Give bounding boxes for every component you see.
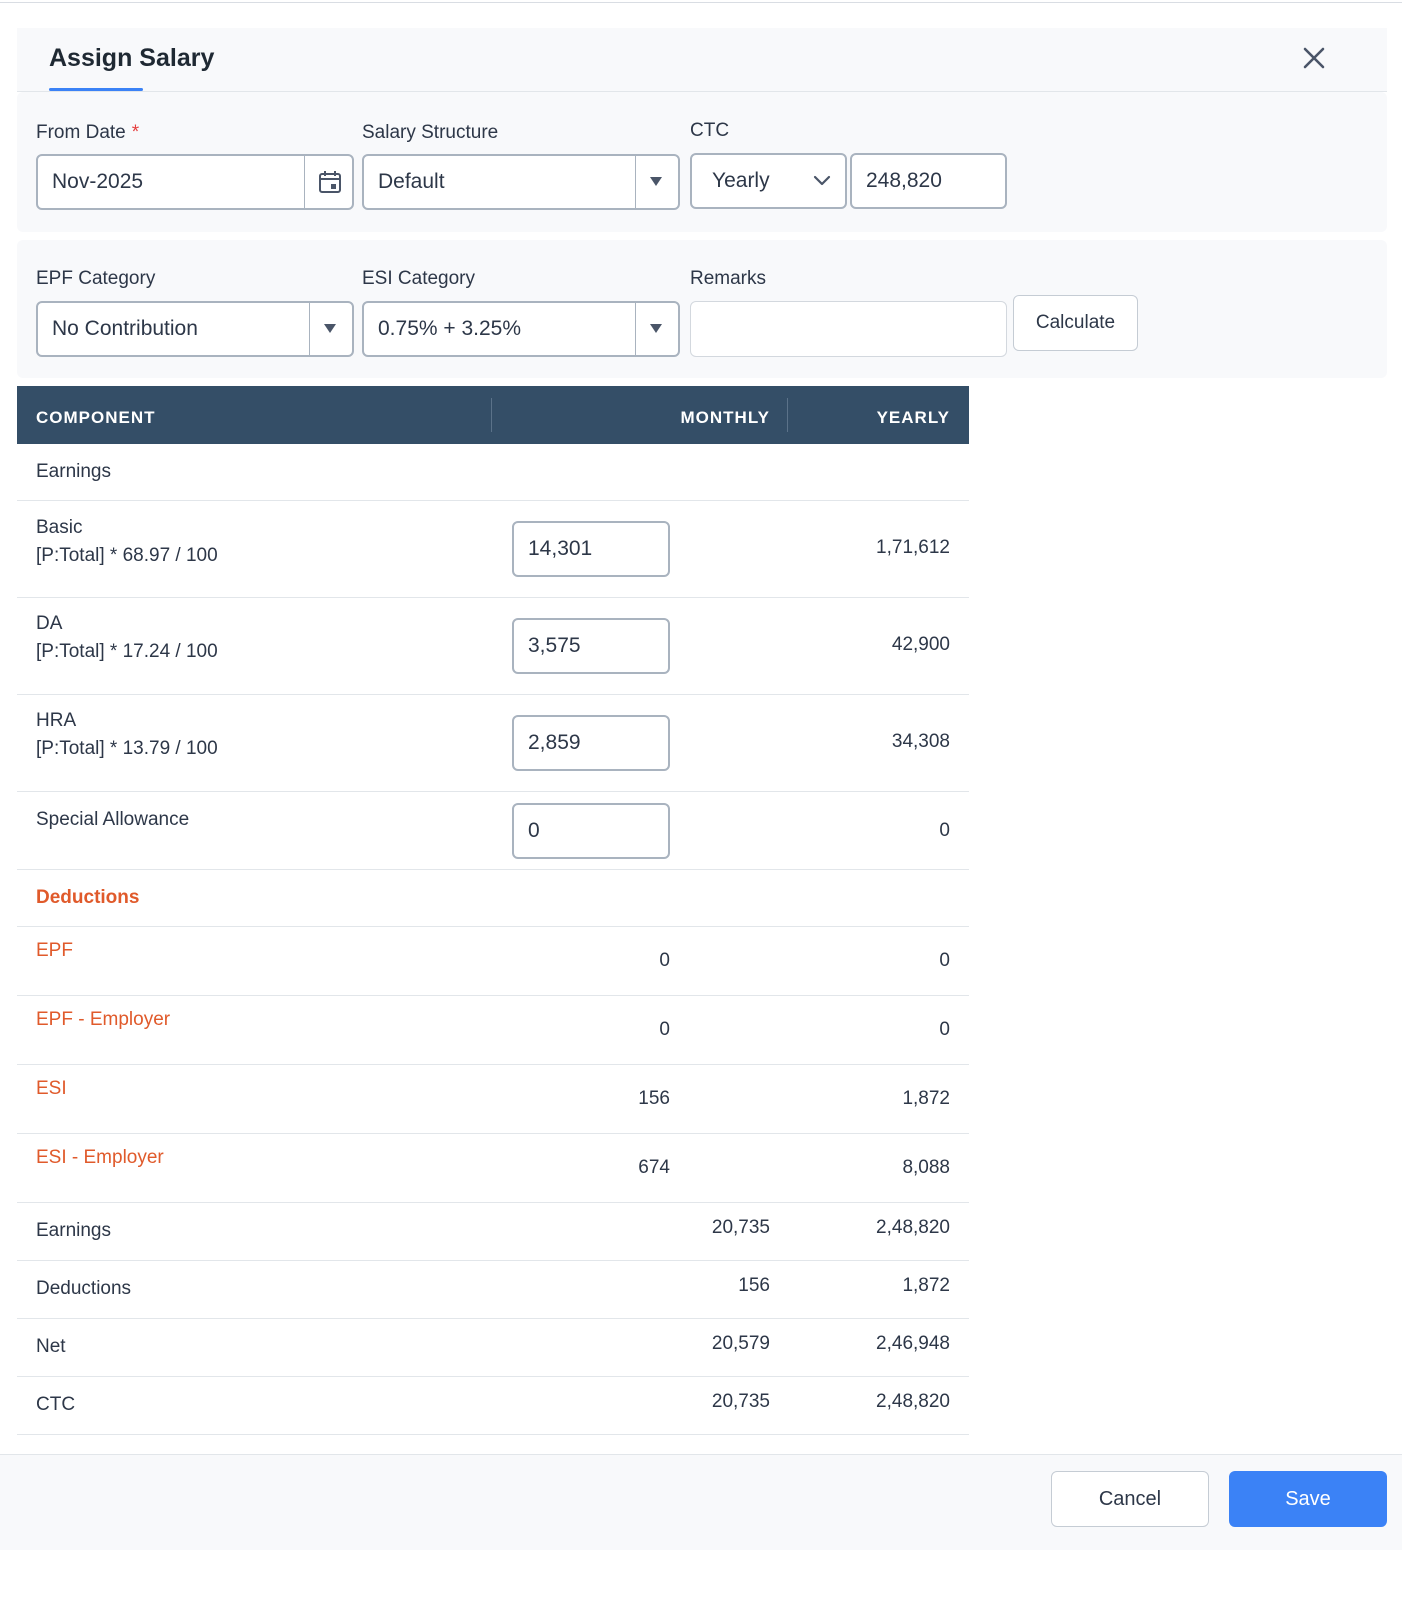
component-name: Basic (36, 517, 83, 538)
total-name: Earnings (36, 1220, 111, 1241)
monthly-total: 20,579 (711, 1333, 770, 1354)
table-row: ESI - Employer 674 8,088 (17, 1134, 969, 1203)
monthly-amount-input[interactable]: 0 (512, 803, 670, 859)
monthly-total: 156 (738, 1275, 770, 1296)
esi-category-label: ESI Category (362, 268, 475, 289)
title-tab-underline (49, 88, 143, 91)
yearly-total: 2,48,820 (876, 1217, 950, 1238)
from-date-label: From Date * (36, 122, 140, 143)
dialog-title: Assign Salary (49, 44, 215, 72)
salary-components-table: COMPONENT MONTHLY YEARLY Earnings Basic … (17, 386, 969, 1435)
salary-structure-label: Salary Structure (362, 122, 499, 143)
ctc-label: CTC (690, 120, 730, 141)
component-name: ESI - Employer (36, 1147, 164, 1168)
from-date-value: Nov-2025 (52, 170, 144, 193)
table-header: COMPONENT MONTHLY YEARLY (17, 386, 969, 444)
total-name: CTC (36, 1394, 76, 1415)
earnings-heading: Earnings (36, 461, 111, 482)
ctc-period-value: Yearly (712, 169, 770, 192)
table-row: HRA [P:Total] * 13.79 / 100 2,859 34,308 (17, 695, 969, 792)
table-row: EPF - Employer 0 0 (17, 996, 969, 1065)
yearly-amount: 1,71,612 (876, 537, 950, 558)
yearly-amount: 42,900 (891, 634, 950, 655)
component-formula: [P:Total] * 68.97 / 100 (36, 545, 218, 566)
total-name: Net (36, 1336, 66, 1357)
calculate-button[interactable]: Calculate (1013, 295, 1138, 351)
header-monthly: MONTHLY (680, 408, 770, 427)
dialog-header: Assign Salary (17, 28, 1387, 92)
salary-structure-value: Default (378, 170, 445, 193)
yearly-amount: 1,872 (902, 1088, 950, 1109)
epf-category-select[interactable]: No Contribution (36, 301, 354, 357)
monthly-total: 20,735 (711, 1217, 770, 1238)
top-divider (0, 2, 1402, 3)
yearly-total: 2,48,820 (876, 1391, 950, 1412)
totals-row-net: Net 20,579 2,46,948 (17, 1319, 969, 1377)
save-button[interactable]: Save (1229, 1471, 1387, 1527)
calendar-icon[interactable] (316, 168, 344, 201)
caret-down-icon (324, 324, 336, 333)
ctc-amount-value: 248,820 (866, 169, 942, 192)
deductions-heading: Deductions (36, 887, 140, 908)
table-row: EPF 0 0 (17, 927, 969, 996)
table-row: DA [P:Total] * 17.24 / 100 3,575 42,900 (17, 598, 969, 695)
esi-category-select[interactable]: 0.75% + 3.25% (362, 301, 680, 357)
epf-category-value: No Contribution (52, 317, 198, 340)
monthly-total: 20,735 (711, 1391, 770, 1412)
earnings-heading-row: Earnings (17, 444, 969, 501)
monthly-amount: 674 (638, 1157, 670, 1178)
component-name: EPF - Employer (36, 1009, 171, 1030)
close-icon[interactable] (1300, 44, 1328, 72)
esi-category-value: 0.75% + 3.25% (378, 317, 522, 340)
yearly-amount: 0 (939, 1019, 950, 1040)
component-name: EPF (36, 940, 73, 961)
total-name: Deductions (36, 1278, 132, 1299)
yearly-amount: 0 (939, 820, 950, 841)
epf-category-label: EPF Category (36, 268, 156, 289)
ctc-amount-input[interactable]: 248,820 (850, 153, 1007, 209)
chevron-down-icon (812, 171, 832, 196)
header-component: COMPONENT (36, 408, 156, 427)
yearly-total: 1,872 (902, 1275, 950, 1296)
deductions-heading-row: Deductions (17, 870, 969, 927)
totals-row-earnings: Earnings 20,735 2,48,820 (17, 1203, 969, 1261)
monthly-amount-input[interactable]: 3,575 (512, 618, 670, 674)
table-row: Basic [P:Total] * 68.97 / 100 14,301 1,7… (17, 501, 969, 598)
required-mark: * (131, 122, 140, 143)
monthly-amount: 0 (659, 950, 670, 971)
caret-down-icon (650, 177, 662, 186)
header-yearly: YEARLY (876, 408, 950, 427)
monthly-amount-input[interactable]: 2,859 (512, 715, 670, 771)
remarks-label: Remarks (690, 268, 767, 289)
component-name: HRA (36, 710, 77, 731)
yearly-amount: 8,088 (902, 1157, 950, 1178)
component-name: Special Allowance (36, 809, 190, 830)
dialog-footer: Cancel Save (0, 1454, 1402, 1550)
salary-structure-select[interactable]: Default (362, 154, 680, 210)
component-name: ESI (36, 1078, 67, 1099)
component-formula: [P:Total] * 13.79 / 100 (36, 738, 218, 759)
yearly-amount: 34,308 (891, 731, 950, 752)
totals-row-deductions: Deductions 156 1,872 (17, 1261, 969, 1319)
caret-down-icon (650, 324, 662, 333)
from-date-field[interactable]: Nov-2025 (36, 154, 354, 210)
remarks-input[interactable] (690, 301, 1007, 357)
monthly-amount-input[interactable]: 14,301 (512, 521, 670, 577)
monthly-amount: 156 (638, 1088, 670, 1109)
totals-row-ctc: CTC 20,735 2,48,820 (17, 1377, 969, 1435)
component-name: DA (36, 613, 63, 634)
component-formula: [P:Total] * 17.24 / 100 (36, 641, 218, 662)
yearly-amount: 0 (939, 950, 950, 971)
table-row: Special Allowance 0 0 (17, 792, 969, 870)
monthly-amount: 0 (659, 1019, 670, 1040)
cancel-button[interactable]: Cancel (1051, 1471, 1209, 1527)
table-row: ESI 156 1,872 (17, 1065, 969, 1134)
yearly-total: 2,46,948 (876, 1333, 950, 1354)
ctc-period-select[interactable]: Yearly (690, 153, 847, 209)
